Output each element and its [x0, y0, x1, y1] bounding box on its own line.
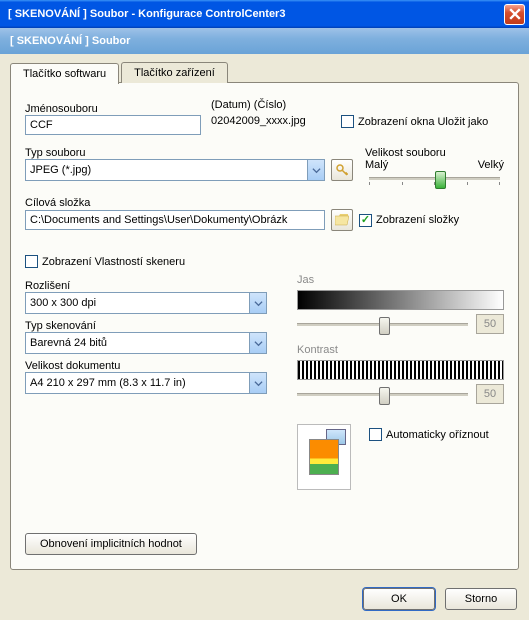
browse-folder-button[interactable]	[331, 209, 353, 231]
dialog-footer: OK Storno	[0, 578, 529, 620]
title-bar: [ SKENOVÁNÍ ] Soubor - Konfigurace Contr…	[0, 0, 529, 28]
chevron-down-icon	[307, 160, 324, 180]
label-show-folder: Zobrazení složky	[376, 214, 459, 226]
label-destfolder: Cílová složka	[25, 197, 504, 209]
checkbox-box-icon	[25, 255, 38, 268]
cancel-label: Storno	[465, 593, 497, 605]
label-resolution: Rozlišení	[25, 280, 267, 292]
tab-software-label: Tlačítko softwaru	[23, 68, 106, 80]
label-scanner-props: Zobrazení Vlastností skeneru	[42, 256, 185, 268]
checkbox-box-icon	[369, 428, 382, 441]
tab-device[interactable]: Tlačítko zařízení	[121, 62, 228, 83]
close-icon	[509, 8, 521, 20]
checkbox-box-icon	[359, 214, 372, 227]
jas-slider[interactable]	[297, 323, 468, 326]
filetype-value: JPEG (*.jpg)	[30, 164, 307, 176]
chevron-down-icon	[249, 333, 266, 353]
label-jas: Jas	[297, 274, 504, 286]
kontrast-slider[interactable]	[297, 393, 468, 396]
checkbox-show-saveas[interactable]: Zobrazení okna Uložit jako	[341, 115, 488, 128]
label-docsize: Velikost dokumentu	[25, 360, 267, 372]
restore-defaults-button[interactable]: Obnovení implicitních hodnot	[25, 533, 197, 555]
filesize-slider[interactable]	[369, 177, 500, 185]
resolution-value: 300 x 300 dpi	[30, 297, 249, 309]
kontrast-readout: 50	[476, 384, 504, 404]
jas-readout-value: 50	[484, 318, 496, 330]
tab-panel: Jménosouboru CCF (Datum) (Číslo) 0204200…	[10, 82, 519, 570]
restore-label: Obnovení implicitních hodnot	[40, 538, 182, 550]
label-autocrop: Automaticky oříznout	[386, 429, 489, 441]
key-icon	[335, 163, 349, 177]
label-filesize: Velikost souboru	[365, 147, 504, 159]
destfolder-value: C:\Documents and Settings\User\Dokumenty…	[30, 214, 320, 226]
content-area: Tlačítko softwaru Tlačítko zařízení Jmén…	[0, 54, 529, 578]
label-show-saveas: Zobrazení okna Uložit jako	[358, 116, 488, 128]
checkbox-show-folder[interactable]: Zobrazení složky	[359, 214, 459, 227]
ok-label: OK	[391, 593, 407, 605]
tab-software[interactable]: Tlačítko softwaru	[10, 63, 119, 84]
checkbox-box-icon	[341, 115, 354, 128]
tab-device-label: Tlačítko zařízení	[134, 67, 215, 79]
resolution-select[interactable]: 300 x 300 dpi	[25, 292, 267, 314]
scantype-value: Barevná 24 bitů	[30, 337, 249, 349]
kontrast-readout-value: 50	[484, 388, 496, 400]
label-small: Malý	[365, 159, 388, 171]
jas-readout: 50	[476, 314, 504, 334]
scantype-select[interactable]: Barevná 24 bitů	[25, 332, 267, 354]
chevron-down-icon	[249, 293, 266, 313]
label-kontrast: Kontrast	[297, 344, 504, 356]
preview-thumbnail	[297, 424, 351, 490]
filename-value: CCF	[30, 119, 196, 131]
label-filename: Jménosouboru	[25, 103, 201, 115]
example-filename: 02042009_xxxx.jpg	[211, 115, 331, 127]
filetype-select[interactable]: JPEG (*.jpg)	[25, 159, 325, 181]
docsize-value: A4 210 x 297 mm (8.3 x 11.7 in)	[30, 377, 249, 389]
label-large: Velký	[478, 159, 504, 171]
picture-icon	[309, 439, 339, 475]
checkbox-scanner-props[interactable]: Zobrazení Vlastností skeneru	[25, 255, 504, 268]
kontrast-gradient	[297, 360, 504, 380]
docsize-select[interactable]: A4 210 x 297 mm (8.3 x 11.7 in)	[25, 372, 267, 394]
folder-icon	[335, 214, 349, 226]
window-title: [ SKENOVÁNÍ ] Soubor - Konfigurace Contr…	[8, 8, 504, 20]
label-scantype: Typ skenování	[25, 320, 267, 332]
sub-header: [ SKENOVÁNÍ ] Soubor	[0, 28, 529, 54]
filename-input[interactable]: CCF	[25, 115, 201, 135]
filetype-settings-button[interactable]	[331, 159, 353, 181]
label-filetype: Typ souboru	[25, 147, 355, 159]
destfolder-input[interactable]: C:\Documents and Settings\User\Dokumenty…	[25, 210, 325, 230]
jas-gradient	[297, 290, 504, 310]
chevron-down-icon	[249, 373, 266, 393]
subheader-text: [ SKENOVÁNÍ ] Soubor	[10, 35, 130, 47]
tab-strip: Tlačítko softwaru Tlačítko zařízení	[10, 62, 519, 83]
checkbox-autocrop[interactable]: Automaticky oříznout	[369, 428, 489, 441]
close-button[interactable]	[504, 4, 525, 25]
label-date-number: (Datum) (Číslo)	[211, 99, 331, 111]
